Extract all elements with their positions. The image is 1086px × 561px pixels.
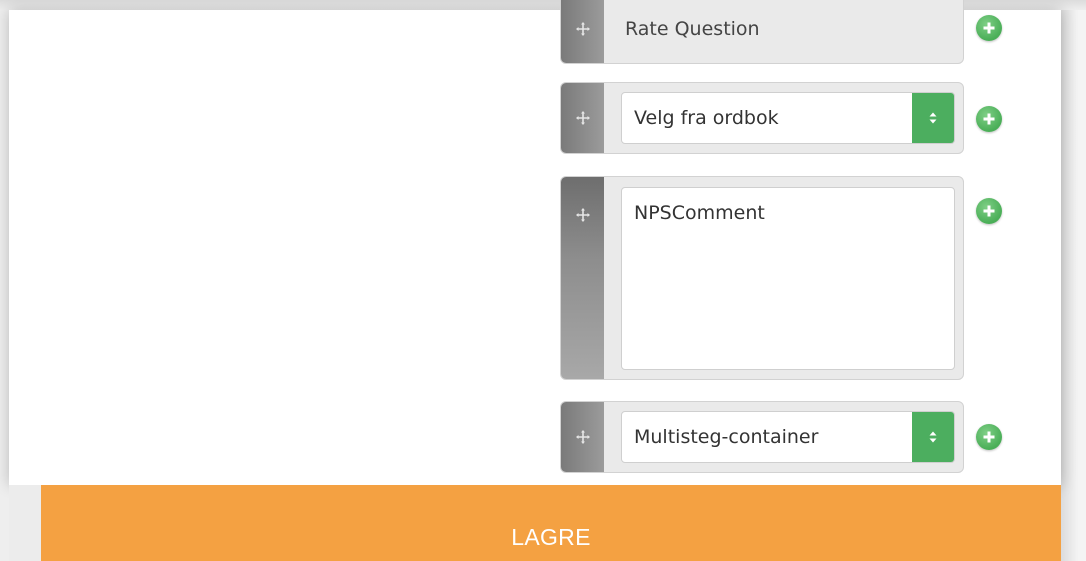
dictionary-select[interactable]: Velg fra ordbok	[621, 92, 955, 144]
plus-icon	[983, 431, 995, 443]
move-icon	[575, 430, 590, 444]
save-button[interactable]: LAGRE	[41, 485, 1061, 561]
plus-icon	[983, 113, 995, 125]
select-value: Velg fra ordbok	[634, 107, 779, 129]
select-toggle[interactable]	[912, 93, 954, 143]
multistep-container-element: Multisteg-container	[560, 401, 964, 473]
dictionary-select-element: Velg fra ordbok	[560, 82, 964, 154]
multistep-select[interactable]: Multisteg-container	[621, 411, 955, 463]
form-editor: Rate Question Velg fra ordbok NPSComment	[0, 0, 1086, 561]
nps-comment-element: NPSComment	[560, 176, 964, 380]
drag-handle[interactable]	[561, 83, 604, 153]
nps-comment-textarea[interactable]: NPSComment	[621, 187, 955, 370]
add-after-multistep-button[interactable]	[976, 424, 1002, 450]
drag-handle[interactable]	[561, 402, 604, 472]
updown-arrows-icon	[929, 431, 937, 443]
select-value: Multisteg-container	[634, 426, 819, 448]
rate-question-element: Rate Question	[560, 0, 964, 64]
drag-handle[interactable]	[561, 177, 604, 379]
move-icon	[575, 208, 590, 222]
add-after-nps-comment-button[interactable]	[976, 198, 1002, 224]
add-after-rate-question-button[interactable]	[976, 15, 1002, 41]
move-icon	[575, 111, 590, 125]
plus-icon	[983, 205, 995, 217]
move-icon	[575, 22, 590, 36]
select-toggle[interactable]	[912, 412, 954, 462]
right-edge	[1061, 10, 1086, 561]
plus-icon	[983, 22, 995, 34]
updown-arrows-icon	[929, 112, 937, 124]
rate-question-label: Rate Question	[625, 18, 760, 40]
drag-handle[interactable]	[561, 0, 604, 63]
add-after-dictionary-button[interactable]	[976, 106, 1002, 132]
save-button-label: LAGRE	[511, 523, 591, 550]
